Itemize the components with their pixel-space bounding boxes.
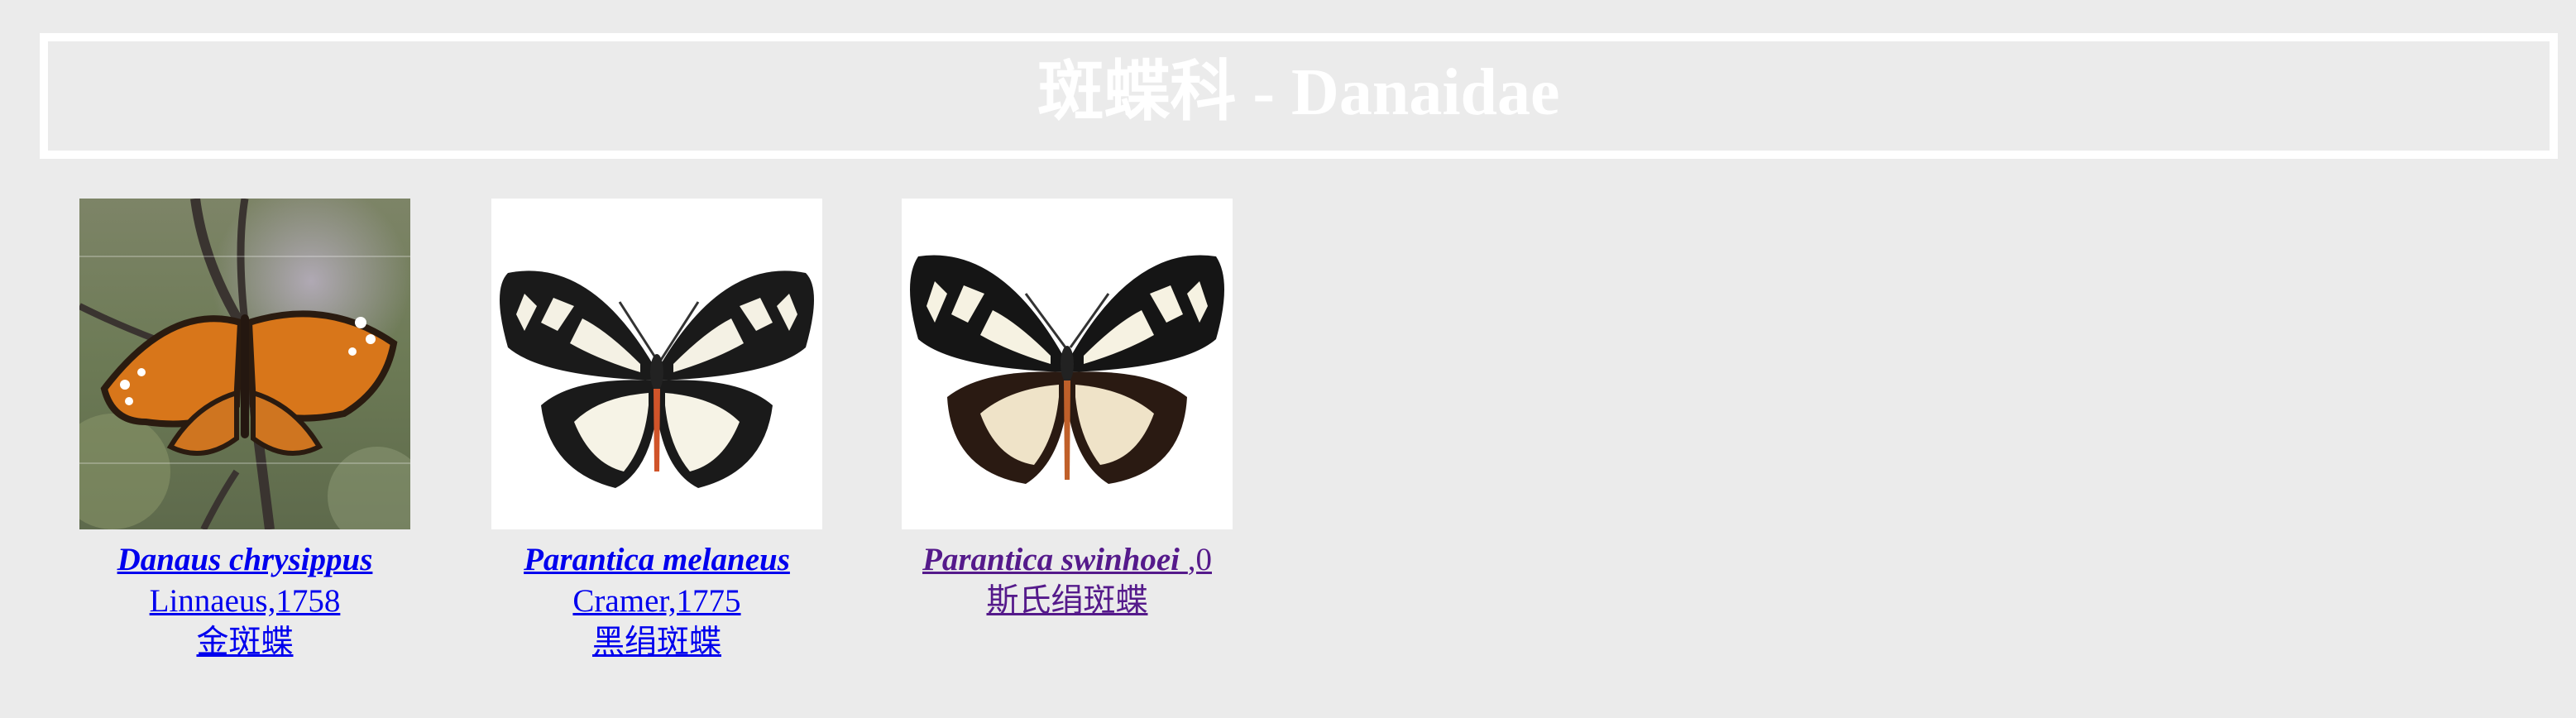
scientific-name-link[interactable]: Parantica melaneus [491, 539, 822, 581]
species-card[interactable]: Danaus chrysippus Linnaeus,1758 金斑蝶 [79, 199, 410, 663]
butterfly-specimen-icon[interactable] [491, 199, 822, 529]
common-name-link[interactable]: 金斑蝶 [79, 622, 410, 663]
species-image-link[interactable] [79, 199, 410, 529]
common-name-link[interactable]: 斯氏绢斑蝶 [902, 581, 1233, 622]
page-title: 斑蝶科 - Danaidae [1037, 56, 1560, 129]
species-image-link[interactable] [902, 199, 1233, 529]
page-header: 斑蝶科 - Danaidae [40, 33, 2558, 159]
common-name-link[interactable]: 黑绢斑蝶 [491, 622, 822, 663]
species-card[interactable]: Parantica swinhoei ,0 斯氏绢斑蝶 [902, 199, 1233, 622]
author-link[interactable]: Cramer,1775 [491, 581, 822, 622]
species-card[interactable]: Parantica melaneus Cramer,1775 黑绢斑蝶 [491, 199, 822, 663]
scientific-name-link[interactable]: Parantica swinhoei [922, 542, 1188, 577]
author-link[interactable]: ,0 [1188, 542, 1212, 577]
butterfly-specimen-icon[interactable] [902, 199, 1233, 529]
butterfly-photo-icon[interactable] [79, 199, 410, 529]
species-image-link[interactable] [491, 199, 822, 529]
author-link[interactable]: Linnaeus,1758 [79, 581, 410, 622]
scientific-name-link[interactable]: Danaus chrysippus [79, 539, 410, 581]
